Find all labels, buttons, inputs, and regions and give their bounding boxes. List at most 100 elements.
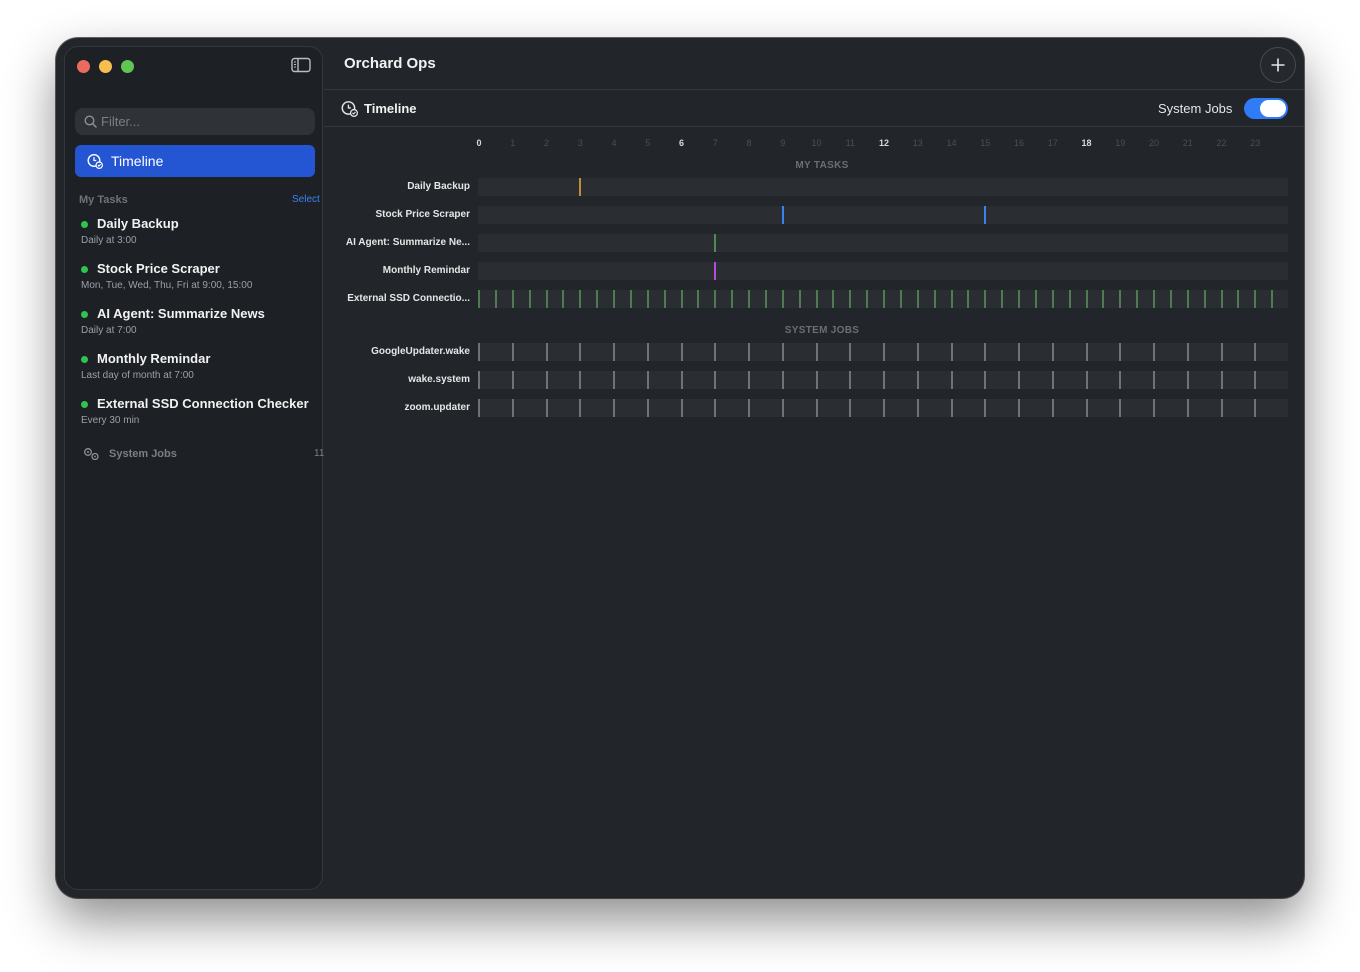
- task-name: External SSD Connection Checker: [97, 396, 309, 411]
- timeline-track[interactable]: [478, 262, 1288, 280]
- run-marker: [1220, 343, 1223, 361]
- run-marker: [798, 290, 801, 308]
- run-marker: [714, 262, 717, 280]
- task-name: AI Agent: Summarize News: [97, 306, 265, 321]
- task-item-monthly-remindar[interactable]: Monthly Remindar Last day of month at 7:…: [79, 350, 319, 392]
- run-marker: [1051, 290, 1054, 308]
- sidebar-icon[interactable]: [291, 57, 311, 73]
- run-marker: [1271, 290, 1274, 308]
- task-item-stock-price-scraper[interactable]: Stock Price Scraper Mon, Tue, Wed, Thu, …: [79, 260, 319, 302]
- run-marker: [1254, 290, 1257, 308]
- run-marker: [1186, 371, 1189, 389]
- select-button[interactable]: Select: [292, 194, 320, 205]
- filter-input[interactable]: [101, 108, 301, 135]
- hour-tick-label: 19: [1115, 138, 1126, 148]
- run-marker: [579, 343, 582, 361]
- hour-tick-label: 17: [1047, 138, 1058, 148]
- run-marker: [950, 290, 953, 308]
- divider: [324, 126, 1304, 127]
- hour-tick-label: 7: [712, 138, 718, 148]
- run-marker: [950, 399, 953, 417]
- run-marker: [1186, 399, 1189, 417]
- hour-tick-label: 21: [1182, 138, 1193, 148]
- run-marker: [916, 290, 919, 308]
- run-marker: [478, 343, 480, 361]
- run-marker: [883, 371, 885, 389]
- clock-badge-icon: [87, 153, 103, 169]
- run-marker: [883, 290, 885, 308]
- run-marker: [646, 343, 649, 361]
- divider: [324, 89, 1304, 90]
- task-item-ai-agent[interactable]: AI Agent: Summarize News Daily at 7:00: [79, 305, 319, 347]
- run-marker: [1119, 371, 1122, 389]
- hour-tick-label: 5: [645, 138, 651, 148]
- sidebar-item-system-jobs[interactable]: System Jobs 11: [79, 445, 324, 465]
- run-marker: [984, 343, 987, 361]
- system-jobs-count: 11: [314, 448, 325, 459]
- run-marker: [967, 290, 970, 308]
- run-marker: [849, 343, 852, 361]
- sidebar: Timeline My Tasks Select Daily Backup Da…: [64, 46, 324, 890]
- minimize-window-button[interactable]: [99, 60, 112, 73]
- run-marker: [545, 343, 548, 361]
- gears-icon: [84, 448, 99, 461]
- system-jobs-label: System Jobs: [109, 448, 177, 460]
- run-marker: [866, 290, 869, 308]
- run-marker: [1136, 290, 1139, 308]
- hour-tick-label: 15: [980, 138, 991, 148]
- run-marker: [1153, 290, 1155, 308]
- run-marker: [1220, 290, 1223, 308]
- run-marker: [680, 399, 683, 417]
- timeline-track[interactable]: [478, 371, 1288, 389]
- close-window-button[interactable]: [77, 60, 90, 73]
- run-marker: [680, 290, 683, 308]
- hour-tick-label: 18: [1081, 138, 1092, 148]
- run-marker: [1254, 399, 1257, 417]
- task-name: Stock Price Scraper: [97, 261, 220, 276]
- timeline-track[interactable]: [478, 206, 1288, 224]
- run-marker: [1018, 290, 1020, 308]
- timeline-track[interactable]: [478, 178, 1288, 196]
- timeline-track[interactable]: [478, 399, 1288, 417]
- run-marker: [1169, 290, 1172, 308]
- timeline-row-label: zoom.updater: [404, 402, 470, 413]
- hour-tick-label: 13: [912, 138, 923, 148]
- timeline-track[interactable]: [478, 234, 1288, 252]
- run-marker: [663, 290, 666, 308]
- hour-tick-label: 11: [845, 138, 855, 148]
- run-marker: [1153, 343, 1155, 361]
- timeline-row-label: External SSD Connectio...: [347, 293, 470, 304]
- run-marker: [1186, 343, 1189, 361]
- run-marker: [1119, 343, 1122, 361]
- zoom-window-button[interactable]: [121, 60, 134, 73]
- run-marker: [494, 290, 497, 308]
- filter-field[interactable]: [75, 108, 315, 135]
- hour-tick-label: 9: [780, 138, 786, 148]
- sidebar-item-timeline[interactable]: Timeline: [75, 145, 315, 177]
- run-marker: [613, 290, 615, 308]
- run-marker: [984, 371, 987, 389]
- task-item-daily-backup[interactable]: Daily Backup Daily at 3:00: [79, 215, 319, 257]
- run-marker: [478, 371, 480, 389]
- run-marker: [1119, 399, 1122, 417]
- run-marker: [731, 290, 734, 308]
- run-marker: [646, 399, 649, 417]
- run-marker: [950, 371, 953, 389]
- timeline-chart: 0 1 2 3 4 5 6 7 8 9 10 11 12 13 14 15 16 17 18 19 20 21 22 23 MY…: [324, 136, 1304, 456]
- add-task-button[interactable]: [1260, 47, 1296, 83]
- timeline-row-label: wake.system: [408, 374, 470, 385]
- run-marker: [478, 290, 480, 308]
- task-item-external-ssd-checker[interactable]: External SSD Connection Checker Every 30…: [79, 395, 319, 437]
- run-marker: [613, 399, 615, 417]
- task-name: Daily Backup: [97, 216, 179, 231]
- status-dot: [81, 356, 88, 363]
- run-marker: [748, 399, 750, 417]
- run-marker: [579, 178, 582, 196]
- run-marker: [984, 290, 987, 308]
- timeline-track[interactable]: [478, 343, 1288, 361]
- run-marker: [714, 290, 717, 308]
- system-jobs-toggle[interactable]: [1244, 98, 1288, 119]
- run-marker: [1018, 399, 1020, 417]
- run-marker: [1102, 290, 1105, 308]
- timeline-track[interactable]: [478, 290, 1288, 308]
